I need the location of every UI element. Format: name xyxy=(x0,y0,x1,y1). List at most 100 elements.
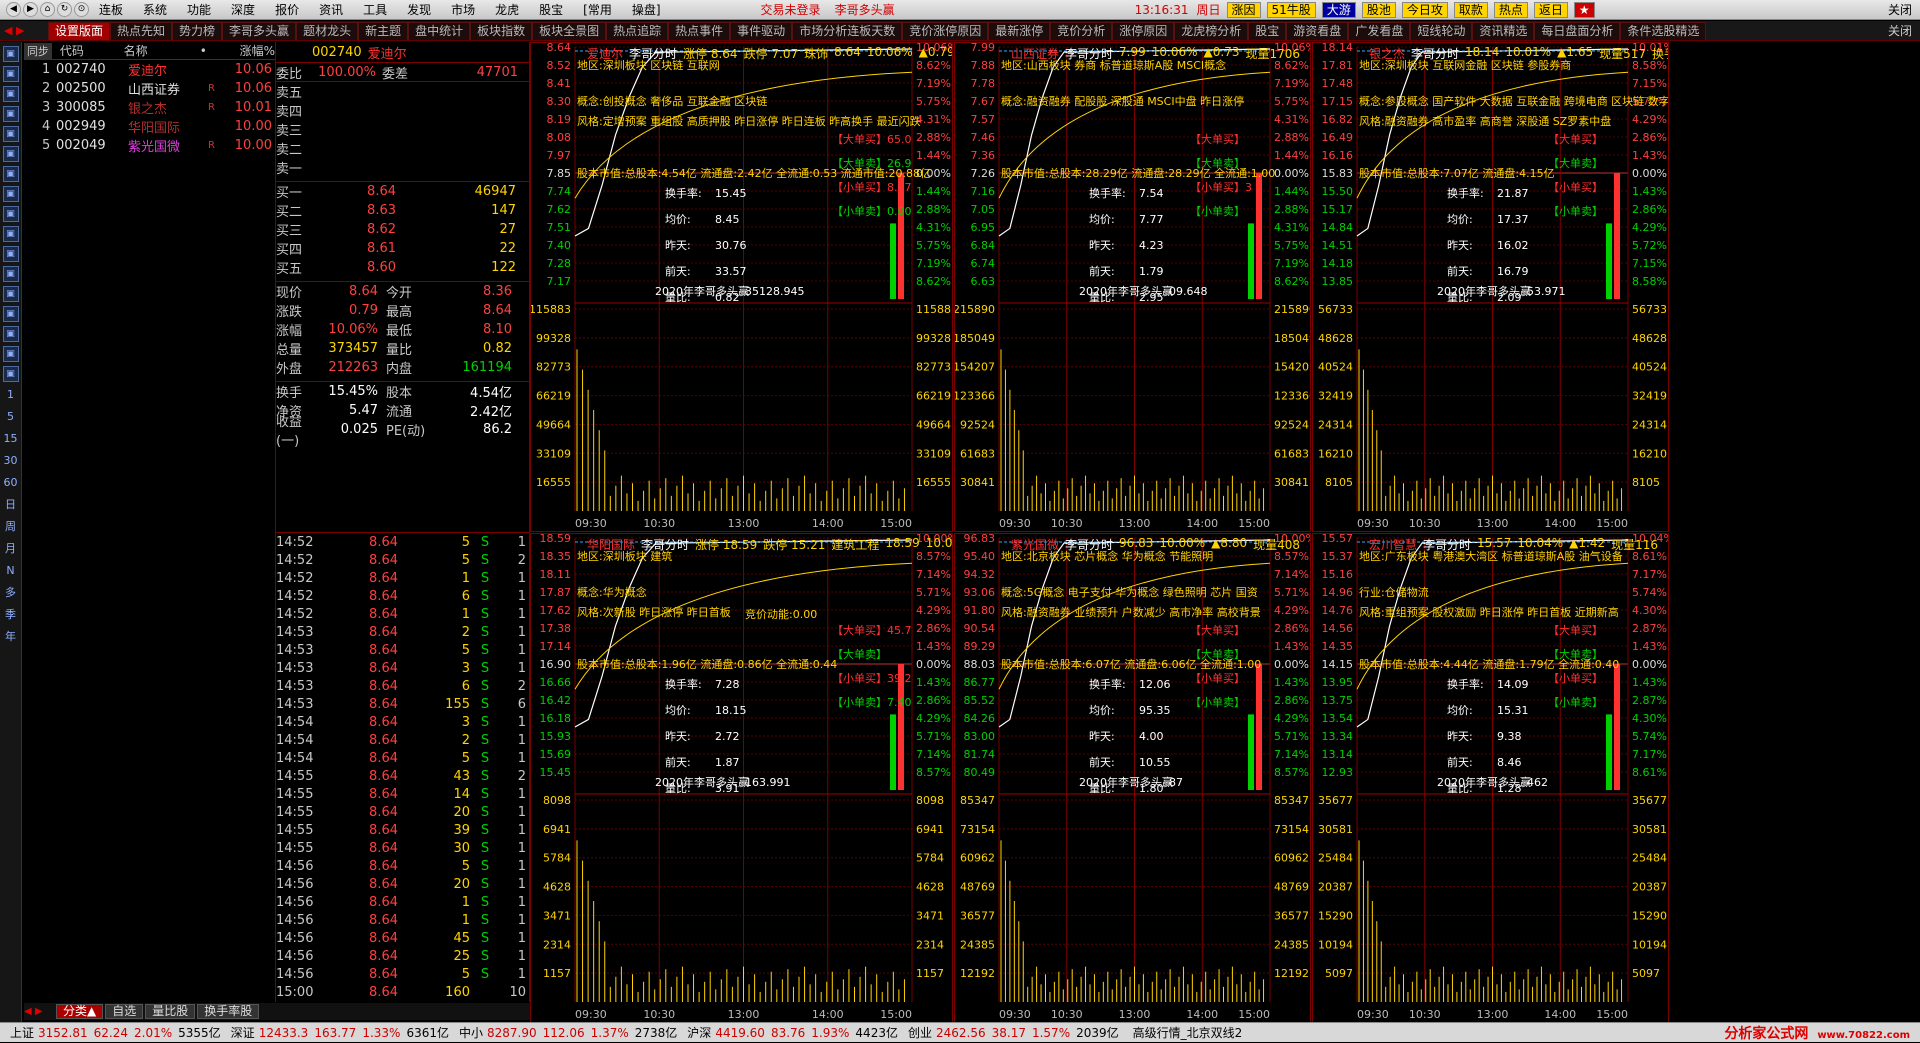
period-button[interactable]: 1 xyxy=(7,386,14,404)
tab-7[interactable]: 板块指数 xyxy=(470,21,533,40)
fz-icon[interactable]: ▣ xyxy=(2,266,19,282)
list-item[interactable]: 3 300085 银之杰 R 10.01 xyxy=(24,98,275,117)
forward-icon[interactable]: ▶ xyxy=(23,2,38,17)
refresh-icon[interactable]: ↻ xyxy=(57,2,72,17)
tab-15[interactable]: 竞价分析 xyxy=(1050,21,1113,40)
period-button[interactable]: 月 xyxy=(5,540,16,558)
quick-button[interactable]: 涨因 xyxy=(1226,1,1261,18)
chart-panel[interactable]: 96.83 10.00% 95.40 8.57% 94.32 7.14% 93.06 5.71… xyxy=(954,533,1311,1023)
period-button[interactable]: 季 xyxy=(5,606,16,624)
col-code[interactable]: 代码 xyxy=(52,42,124,59)
menu-item[interactable]: 操盘] xyxy=(622,1,671,18)
tab-18[interactable]: 股宝 xyxy=(1248,21,1287,40)
col-pct[interactable]: 涨幅% xyxy=(227,42,275,59)
up-arrow-icon[interactable]: ▣ xyxy=(2,46,19,62)
bottom-tab[interactable]: 换手率股 xyxy=(197,1004,260,1019)
tabs-close[interactable]: 关闭 xyxy=(1888,22,1912,39)
list-item[interactable]: 5 002049 紫光国微 R 10.00 xyxy=(24,136,275,155)
report-icon[interactable]: ▣ xyxy=(2,226,19,242)
quick-button[interactable]: ★ xyxy=(1573,1,1595,18)
period-button[interactable]: 30 xyxy=(4,452,18,470)
tab-19[interactable]: 游资看盘 xyxy=(1286,21,1349,40)
bottom-tab[interactable]: 量比股 xyxy=(145,1004,196,1019)
candle-icon[interactable]: ▣ xyxy=(2,166,19,182)
tab-5[interactable]: 新主题 xyxy=(358,21,409,40)
index-item[interactable]: 深证 12433.3 163.77 1.33% 6361亿 xyxy=(231,1024,449,1041)
panel-stock-name[interactable]: 宏川智慧 xyxy=(1369,536,1417,552)
quick-button[interactable]: 返日 xyxy=(1533,1,1568,18)
menu-item[interactable]: 龙虎 xyxy=(485,1,529,18)
tab-23[interactable]: 每日盘面分析 xyxy=(1534,21,1621,40)
tab-3[interactable]: 李哥多头赢 xyxy=(222,21,297,40)
col-name[interactable]: 名称 xyxy=(124,42,180,59)
quick-button[interactable]: 大游 xyxy=(1321,1,1356,18)
tab-21[interactable]: 短线轮动 xyxy=(1410,21,1473,40)
tab-6[interactable]: 盘中统计 xyxy=(408,21,471,40)
chart-panel[interactable]: 7.99 10.06% 7.88 8.62% 7.78 7.19% 7.67 5.75% 7.5… xyxy=(954,42,1311,532)
quick-button[interactable]: 取款 xyxy=(1453,1,1488,18)
period-button[interactable]: 日 xyxy=(5,496,16,514)
period-button[interactable]: 5 xyxy=(7,408,14,426)
quick-button[interactable]: 51牛股 xyxy=(1266,1,1316,18)
calc-icon[interactable]: ▣ xyxy=(2,366,19,382)
menu-item[interactable]: 连板 xyxy=(89,1,133,18)
bottom-tab[interactable]: 自选 xyxy=(105,1004,144,1019)
list-item[interactable]: 2 002500 山西证券 R 10.06 xyxy=(24,79,275,98)
tab-22[interactable]: 资讯精选 xyxy=(1472,21,1535,40)
period-button[interactable]: 年 xyxy=(5,628,16,646)
tab-20[interactable]: 广发看盘 xyxy=(1348,21,1411,40)
menu-item[interactable]: 发现 xyxy=(397,1,441,18)
menu-item[interactable]: 股宝 xyxy=(529,1,573,18)
back-icon[interactable]: ◀ xyxy=(6,2,21,17)
index-item[interactable]: 沪深 4419.60 83.76 1.93% 4423亿 xyxy=(687,1024,898,1041)
doc-icon[interactable]: ▣ xyxy=(2,246,19,262)
tab-14[interactable]: 最新涨停 xyxy=(988,21,1051,40)
tab-10[interactable]: 热点事件 xyxy=(668,21,731,40)
period-button[interactable]: 周 xyxy=(5,518,16,536)
tab-17[interactable]: 龙虎榜分析 xyxy=(1174,21,1249,40)
menu-item[interactable]: 工具 xyxy=(353,1,397,18)
index-item[interactable]: 上证 3152.81 62.24 2.01% 5355亿 xyxy=(10,1024,221,1041)
tab-12[interactable]: 市场分析连板天数 xyxy=(792,21,903,40)
menu-item[interactable]: [常用 xyxy=(573,1,622,18)
tab-13[interactable]: 竞价涨停原因 xyxy=(902,21,989,40)
sync-button[interactable]: 同步 xyxy=(24,42,52,59)
panel-stock-name[interactable]: 山西证券 xyxy=(1011,45,1059,61)
fund-icon[interactable]: ▣ xyxy=(2,206,19,222)
tab-24[interactable]: 条件选股精选 xyxy=(1620,21,1707,40)
tab-9[interactable]: 热点追踪 xyxy=(606,21,669,40)
pen-icon[interactable]: ▣ xyxy=(2,346,19,362)
list-item[interactable]: 4 002949 华阳国际 10.00 xyxy=(24,117,275,136)
tab-0[interactable]: 设置版面 xyxy=(48,21,111,40)
tab-4[interactable]: 题材龙头 xyxy=(296,21,359,40)
index-item[interactable]: 中小 8287.90 112.06 1.37% 2738亿 xyxy=(459,1024,677,1041)
link-icon[interactable]: ⊙ xyxy=(74,2,89,17)
tab-8[interactable]: 板块全景图 xyxy=(532,21,607,40)
chart-icon[interactable]: ▣ xyxy=(2,126,19,142)
home-icon[interactable]: ⌂ xyxy=(40,2,55,17)
menu-item[interactable]: 功能 xyxy=(177,1,221,18)
quick-button[interactable]: 今日攻 xyxy=(1401,1,1448,18)
period-button[interactable]: 60 xyxy=(4,474,18,492)
period-button[interactable]: N xyxy=(6,562,14,580)
index-item[interactable]: 创业 2462.56 38.17 1.57% 2039亿 xyxy=(908,1024,1119,1041)
login-status[interactable]: 交易未登录 xyxy=(761,1,821,18)
period-button[interactable]: 多 xyxy=(5,584,16,602)
panel-stock-name[interactable]: 爱迪尔 xyxy=(587,45,623,61)
chart-panel[interactable]: 8.64 10.06% 8.52 8.62% 8.41 7.19% 8.30 5.75% 8.1… xyxy=(530,42,953,532)
panel-stock-name[interactable]: 华阳国际 xyxy=(587,536,635,552)
menu-item[interactable]: 系统 xyxy=(133,1,177,18)
chart-panel[interactable]: 15.57 10.04% 15.37 8.61% 15.16 7.17% 14.96 5.74… xyxy=(1312,533,1669,1023)
quote-icon[interactable]: ▣ xyxy=(2,326,19,342)
quick-button[interactable]: 股池 xyxy=(1361,1,1396,18)
tab-2[interactable]: 势力榜 xyxy=(172,21,223,40)
table-icon[interactable]: ▣ xyxy=(2,186,19,202)
quick-button[interactable]: 热点 xyxy=(1493,1,1528,18)
chart-panel[interactable]: 18.14 10.01% 17.81 8.58% 17.48 7.15% 17.15 5.72… xyxy=(1312,42,1669,532)
tab-16[interactable]: 涨停原因 xyxy=(1112,21,1175,40)
panel-stock-name[interactable]: 银之杰 xyxy=(1369,45,1405,61)
period-button[interactable]: 15 xyxy=(4,430,18,448)
info-icon[interactable]: ▣ xyxy=(2,286,19,302)
bottom-tab[interactable]: 分类▲ xyxy=(56,1004,104,1019)
panel-stock-name[interactable]: 紫光国微 xyxy=(1011,536,1059,552)
